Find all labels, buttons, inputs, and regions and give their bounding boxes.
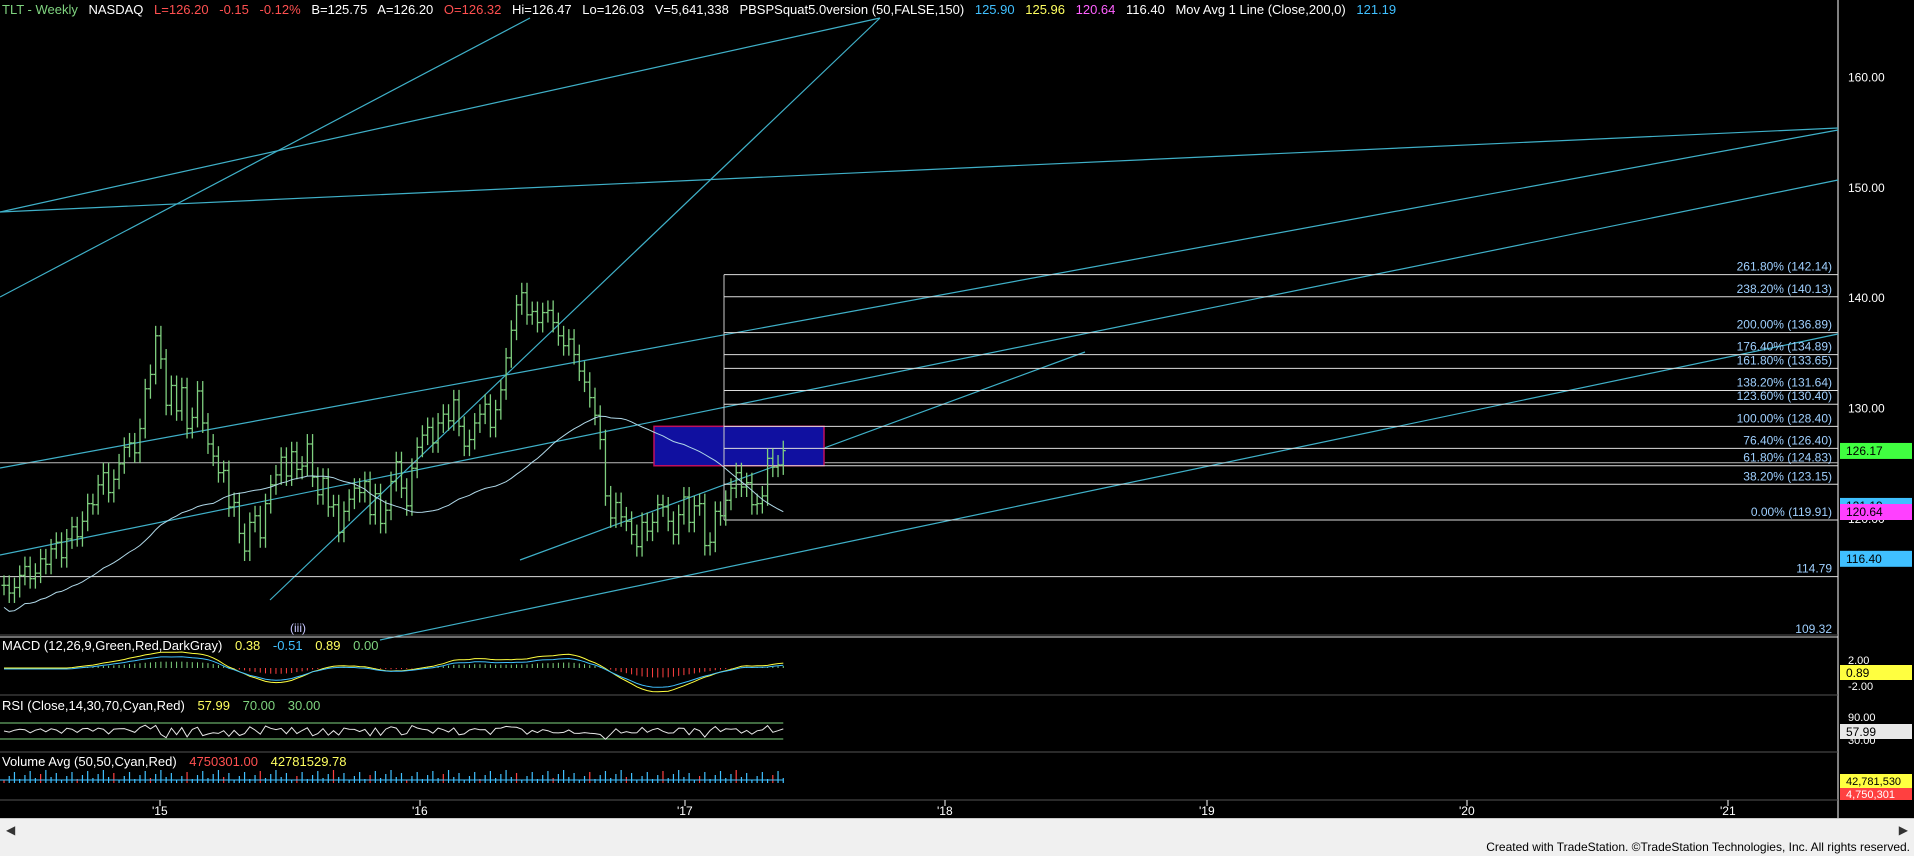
price-badge-label: 126.17 (1846, 444, 1883, 458)
rsi-value-2: 70.00 (242, 698, 276, 713)
volume-value-1: 4750301.00 (189, 754, 258, 769)
volume-value-2: 42781529.78 (270, 754, 347, 769)
time-tick-label: '16 (412, 804, 428, 818)
price-axis: 160.00150.00140.00130.00120.00126.17121.… (1840, 70, 1912, 801)
fib-level-label: 138.20% (131.64) (1737, 376, 1832, 390)
macd-value-4: 0.00 (353, 638, 379, 653)
trend-line (0, 17, 531, 298)
time-tick-label: '18 (937, 804, 953, 818)
ma-label: Mov Avg 1 Line (Close,200,0) (1175, 2, 1346, 17)
price-tick-label: 160.00 (1848, 70, 1885, 84)
symbol-label: TLT - Weekly (2, 2, 78, 17)
trend-line (379, 333, 1839, 641)
trend-line (269, 17, 881, 601)
macd-signal-line (4, 656, 784, 688)
volume-value: V=5,641,338 (654, 2, 729, 17)
macd-axis-label: -2.00 (1848, 681, 1873, 693)
time-tick-label: '15 (152, 804, 168, 818)
time-tick-label: '20 (1459, 804, 1475, 818)
price-badge-label: 116.40 (1846, 552, 1882, 566)
rsi-badge-label: 57.99 (1846, 725, 1876, 739)
wave-label: (iii) (290, 621, 306, 635)
time-scrollbar[interactable]: ◀ ▶ (0, 818, 1914, 841)
study-value-2: 125.96 (1025, 2, 1065, 17)
trend-line (0, 127, 1839, 213)
net-change: -0.15 (219, 2, 249, 17)
high-price: Hi=126.47 (512, 2, 572, 17)
macd-badge-label: 0.89 (1846, 666, 1870, 680)
copyright-footer: Created with TradeStation. ©TradeStation… (1486, 840, 1910, 854)
ma-value: 121.19 (1356, 2, 1397, 17)
study-value-3: 120.64 (1075, 2, 1116, 17)
fib-level-label: 61.80% (124.83) (1743, 451, 1832, 465)
fib-level-label: 261.80% (142.14) (1737, 260, 1832, 274)
time-tick-label: '17 (677, 804, 693, 818)
trend-line (0, 129, 1839, 469)
study-value-1: 125.90 (974, 2, 1015, 17)
rsi-label: RSI (Close,14,30,70,Cyan,Red) (2, 698, 185, 713)
volume-badge-label: 4,750,301 (1846, 789, 1895, 801)
time-tick-label: '21 (1720, 804, 1736, 818)
volume-label: Volume Avg (50,50,Cyan,Red) (2, 754, 177, 769)
target-zone-box (653, 425, 825, 467)
chart-header: TLT - Weekly NASDAQ L=126.20 -0.15 -0.12… (2, 2, 1403, 17)
fib-level-label: 238.20% (140.13) (1737, 282, 1832, 296)
ask-price: A=126.20 (377, 2, 434, 17)
macd-line (4, 651, 784, 693)
fib-level-label: 123.60% (130.40) (1737, 389, 1832, 403)
fib-level-label: 200.00% (136.89) (1737, 318, 1832, 332)
time-tick-label: '19 (1199, 804, 1215, 818)
scroll-right-icon[interactable]: ▶ (1899, 823, 1908, 837)
study-label: PBSPSquat5.0version (50,FALSE,150) (739, 2, 965, 17)
macd-value-1: 0.38 (234, 638, 261, 653)
fib-level-label: 0.00% (119.91) (1751, 505, 1832, 519)
fib-level-label: 100.00% (128.40) (1737, 411, 1832, 425)
volume-header: Volume Avg (50,50,Cyan,Red) 4750301.00 4… (2, 754, 356, 769)
price-tick-label: 140.00 (1848, 291, 1885, 305)
trend-line (0, 17, 881, 213)
fib-level-label: 38.20% (123.15) (1743, 469, 1832, 483)
exchange-label: NASDAQ (88, 2, 144, 17)
pct-change: -0.12% (259, 2, 301, 17)
support-label: 109.32 (1795, 622, 1832, 636)
last-price: L=126.20 (154, 2, 209, 17)
rsi-value-3: 30.00 (287, 698, 321, 713)
chart-canvas: 261.80% (142.14) 238.20% (140.13) 200.00% … (0, 0, 1912, 818)
chart-frame (0, 0, 1839, 818)
fib-level-label: 76.40% (126.40) (1743, 433, 1832, 447)
macd-header: MACD (12,26,9,Green,Red,DarkGray) 0.38 -… (2, 638, 387, 653)
fib-level-label: 176.40% (134.89) (1737, 340, 1832, 354)
rsi-axis-label: 90.00 (1848, 712, 1876, 724)
price-badge-label: 120.64 (1846, 505, 1883, 519)
rsi-line (3, 724, 784, 740)
rsi-value-1: 57.99 (197, 698, 230, 713)
open-price: O=126.32 (443, 2, 502, 17)
macd-value-3: 0.89 (315, 638, 341, 653)
fibonacci-levels: 261.80% (142.14) 238.20% (140.13) 200.00% … (0, 260, 1838, 638)
study-value-4: 116.40 (1126, 2, 1165, 17)
rsi-header: RSI (Close,14,30,70,Cyan,Red) 57.99 70.0… (2, 698, 329, 713)
time-axis: '15 '16 '17 '18 '19 '20 '21 (152, 800, 1736, 818)
trend-line (0, 179, 1839, 556)
price-tick-label: 130.00 (1848, 402, 1885, 416)
bid-price: B=125.75 (311, 2, 368, 17)
fib-level-label: 161.80% (133.65) (1737, 353, 1832, 367)
price-tick-label: 150.00 (1848, 181, 1885, 195)
volume-badge-label: 42,781,530 (1846, 776, 1901, 788)
support-label: 114.79 (1796, 562, 1832, 576)
macd-label: MACD (12,26,9,Green,Red,DarkGray) (2, 638, 223, 653)
macd-value-2: -0.51 (272, 638, 303, 653)
low-price: Lo=126.03 (582, 2, 645, 17)
scroll-left-icon[interactable]: ◀ (6, 823, 15, 837)
trend-lines (0, 17, 1839, 641)
